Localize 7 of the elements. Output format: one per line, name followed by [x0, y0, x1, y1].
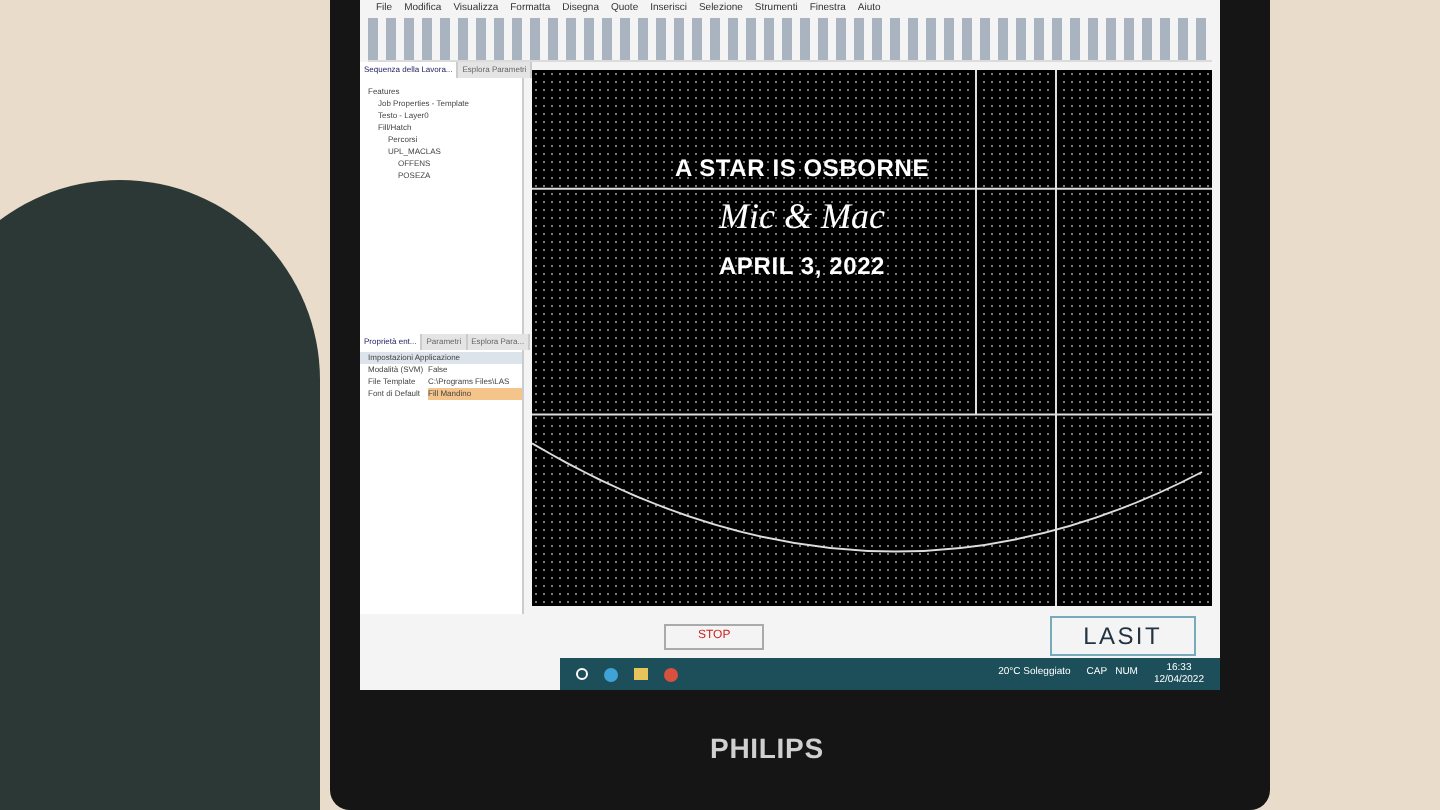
monitor-brand: PHILIPS	[710, 730, 824, 768]
canvas-text: APRIL 3, 2022	[718, 250, 886, 284]
start-icon[interactable]	[576, 668, 588, 680]
logo: LASIT	[1049, 616, 1196, 656]
canvas-text: A STAR IS OSBORNE	[674, 152, 930, 186]
script-text: Mic & Mac	[719, 194, 885, 240]
drawing-canvas[interactable]: A STAR IS OSBORNE Mic & Mac APRIL 3, 2022	[532, 70, 1212, 606]
